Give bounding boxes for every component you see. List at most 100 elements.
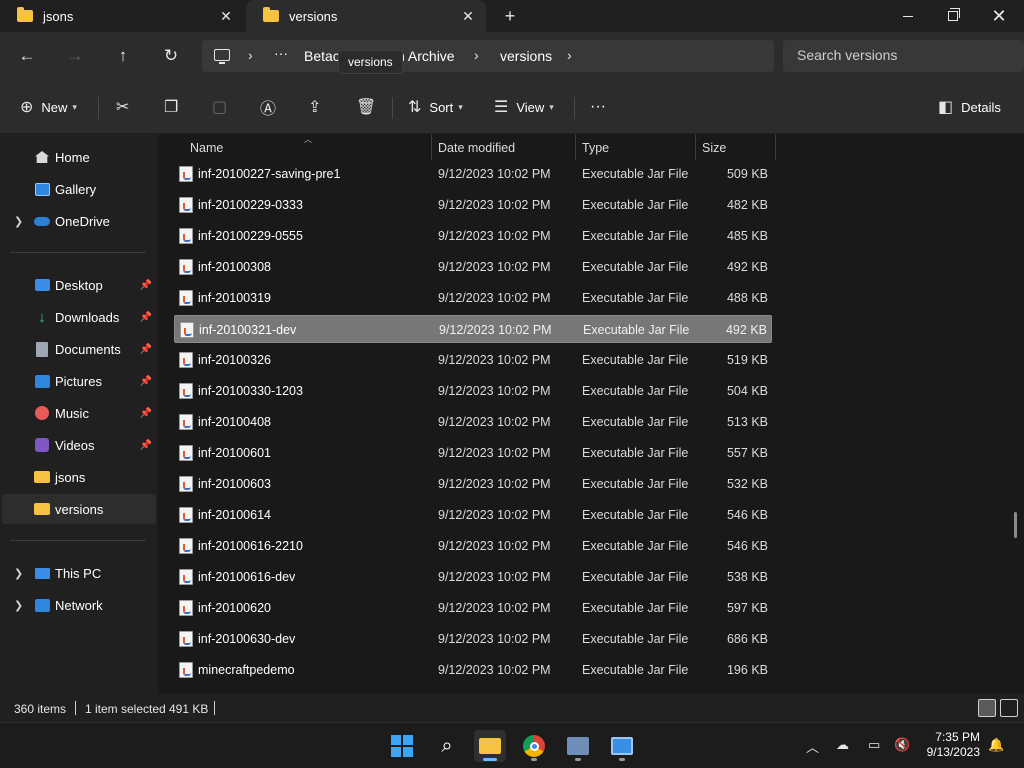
back-button[interactable]: ←	[15, 44, 39, 68]
column-header-name[interactable]: Name	[190, 134, 223, 162]
cut-button[interactable]: ✂	[116, 94, 129, 120]
sidebar-item-jsons[interactable]: jsons	[2, 462, 156, 492]
delete-button[interactable]: 🗑	[356, 94, 376, 120]
sidebar-item-onedrive[interactable]: ❯ OneDrive	[2, 206, 156, 236]
table-row[interactable]: inf-20100229-0555 9/12/2023 10:02 PM Execu…	[174, 222, 772, 250]
column-divider[interactable]	[775, 134, 776, 160]
forward-button[interactable]: →	[63, 44, 87, 68]
app-button[interactable]	[562, 730, 594, 762]
onedrive-tray-icon[interactable]: ☁	[836, 737, 849, 753]
rename-button[interactable]: Ⓐ	[260, 94, 276, 120]
chevron-right-icon[interactable]: ❯	[14, 567, 23, 580]
column-divider[interactable]	[431, 134, 432, 160]
chevron-right-icon[interactable]: ›	[474, 47, 479, 63]
chevron-right-icon[interactable]: ❯	[14, 599, 23, 612]
search-box[interactable]	[783, 40, 1024, 72]
column-header-size[interactable]: Size	[702, 134, 726, 162]
table-row[interactable]: inf-20100319 9/12/2023 10:02 PM Executable…	[174, 284, 772, 312]
breadcrumb-item[interactable]: n Archive	[397, 48, 455, 64]
tab-jsons[interactable]: jsons ✕	[0, 0, 244, 32]
file-date: 9/12/2023 10:02 PM	[439, 323, 552, 337]
table-row[interactable]: inf-20100326 9/12/2023 10:02 PM Executable…	[174, 346, 772, 374]
close-tab-icon[interactable]: ✕	[218, 8, 234, 24]
table-row[interactable]: inf-20100630-dev 9/12/2023 10:02 PM Execut…	[174, 625, 772, 653]
restore-button[interactable]	[930, 0, 976, 32]
file-type: Executable Jar File	[583, 323, 690, 337]
sidebar-item-pictures[interactable]: Pictures 📌	[2, 366, 156, 396]
table-row[interactable]: inf-20100321-dev 9/12/2023 10:02 PM Execut…	[174, 315, 772, 343]
breadcrumb-item[interactable]: Betac	[304, 48, 340, 64]
table-row[interactable]: inf-20100227-saving-pre1 9/12/2023 10:02 …	[174, 160, 772, 188]
chevron-right-icon[interactable]: ›	[248, 47, 253, 63]
chevron-up-icon[interactable]: ︿	[806, 737, 819, 756]
file-name: inf-20100321-dev	[199, 323, 297, 337]
sort-button[interactable]: ⇅ Sort ▾	[408, 94, 463, 120]
close-tab-icon[interactable]: ✕	[460, 8, 476, 24]
sidebar-item-music[interactable]: Music 📌	[2, 398, 156, 428]
up-button[interactable]: ↑	[111, 44, 135, 68]
search-button[interactable]: ⌕	[431, 730, 463, 762]
breadcrumb-item[interactable]: versions	[500, 48, 552, 64]
clock[interactable]: 7:35 PM 9/13/2023	[918, 730, 980, 760]
table-row[interactable]: inf-20100408 9/12/2023 10:02 PM Executable…	[174, 408, 772, 436]
sidebar-item-videos[interactable]: Videos 📌	[2, 430, 156, 460]
file-name: inf-20100229-0333	[198, 198, 303, 212]
file-type: Executable Jar File	[582, 198, 689, 212]
table-row[interactable]: inf-20100616-dev 9/12/2023 10:02 PM Execut…	[174, 563, 772, 591]
sidebar-item-network[interactable]: ❯ Network	[2, 590, 156, 620]
file-type: Executable Jar File	[582, 601, 689, 615]
copy-button[interactable]: ❐	[164, 94, 178, 120]
column-divider[interactable]	[695, 134, 696, 160]
table-row[interactable]: inf-20100229-0333 9/12/2023 10:02 PM Execu…	[174, 191, 772, 219]
start-button[interactable]	[386, 730, 418, 762]
sidebar-item-home[interactable]: Home	[2, 142, 156, 172]
remote-desktop-button[interactable]	[606, 730, 638, 762]
minimize-button[interactable]	[885, 0, 931, 32]
table-row[interactable]: inf-20100620 9/12/2023 10:02 PM Executable…	[174, 594, 772, 622]
column-divider[interactable]	[575, 134, 576, 160]
details-view-button[interactable]	[978, 699, 996, 717]
navigation-pane: Home Gallery ❯ OneDrive Desktop 📌 ↓ Down…	[0, 134, 158, 694]
sidebar-item-documents[interactable]: Documents 📌	[2, 334, 156, 364]
table-row[interactable]: inf-20100330-1203 9/12/2023 10:02 PM Execu…	[174, 377, 772, 405]
sidebar-item-downloads[interactable]: ↓ Downloads 📌	[2, 302, 156, 332]
file-name: inf-20100326	[198, 353, 271, 367]
close-window-button[interactable]: ✕	[976, 0, 1022, 32]
sidebar-item-desktop[interactable]: Desktop 📌	[2, 270, 156, 300]
table-row[interactable]: inf-20100601 9/12/2023 10:02 PM Executable…	[174, 439, 772, 467]
sidebar-item-versions[interactable]: versions	[2, 494, 156, 524]
column-header-type[interactable]: Type	[582, 134, 609, 162]
table-row[interactable]: inf-20100603 9/12/2023 10:02 PM Executable…	[174, 470, 772, 498]
view-button[interactable]: ☰ View ▾	[494, 94, 554, 120]
refresh-button[interactable]: ↻	[159, 44, 183, 68]
search-input[interactable]	[797, 47, 1017, 63]
table-row[interactable]: minecraftpedemo 9/12/2023 10:02 PM Executa…	[174, 656, 772, 684]
breadcrumb-overflow[interactable]: ···	[274, 45, 288, 61]
new-tab-button[interactable]: +	[500, 6, 520, 26]
details-button[interactable]: ◧ Details	[938, 94, 1001, 120]
pin-icon: 📌	[139, 375, 152, 387]
table-row[interactable]: inf-20100614 9/12/2023 10:02 PM Executable…	[174, 501, 772, 529]
tab-versions[interactable]: versions ✕	[246, 0, 486, 32]
new-button[interactable]: ⊕ New ▾	[20, 94, 77, 120]
share-button[interactable]: ⇪	[308, 94, 321, 120]
more-options-button[interactable]: ···	[590, 94, 606, 120]
scrollbar-thumb[interactable]	[1014, 512, 1017, 538]
sidebar-item-this-pc[interactable]: ❯ This PC	[2, 558, 156, 588]
address-bar[interactable]: › ··· Betac n Archive › versions ›	[202, 40, 774, 72]
file-type: Executable Jar File	[582, 353, 689, 367]
file-explorer-button[interactable]	[474, 730, 506, 762]
paste-button[interactable]: ▢	[212, 94, 227, 120]
chevron-right-icon[interactable]: ❯	[14, 215, 23, 228]
table-row[interactable]: inf-20100616-2210 9/12/2023 10:02 PM Execu…	[174, 532, 772, 560]
table-row[interactable]: inf-20100308 9/12/2023 10:02 PM Executable…	[174, 253, 772, 281]
volume-icon[interactable]: 🔇	[894, 737, 910, 753]
large-icons-view-button[interactable]	[1000, 699, 1018, 717]
network-icon[interactable]: ▭	[868, 737, 880, 753]
chrome-button[interactable]	[518, 730, 550, 762]
scissors-icon: ✂	[116, 99, 130, 116]
chevron-right-icon[interactable]: ›	[567, 47, 572, 63]
sidebar-item-gallery[interactable]: Gallery	[2, 174, 156, 204]
column-header-date[interactable]: Date modified	[438, 134, 515, 162]
notification-icon[interactable]: 🔔	[988, 737, 1004, 753]
